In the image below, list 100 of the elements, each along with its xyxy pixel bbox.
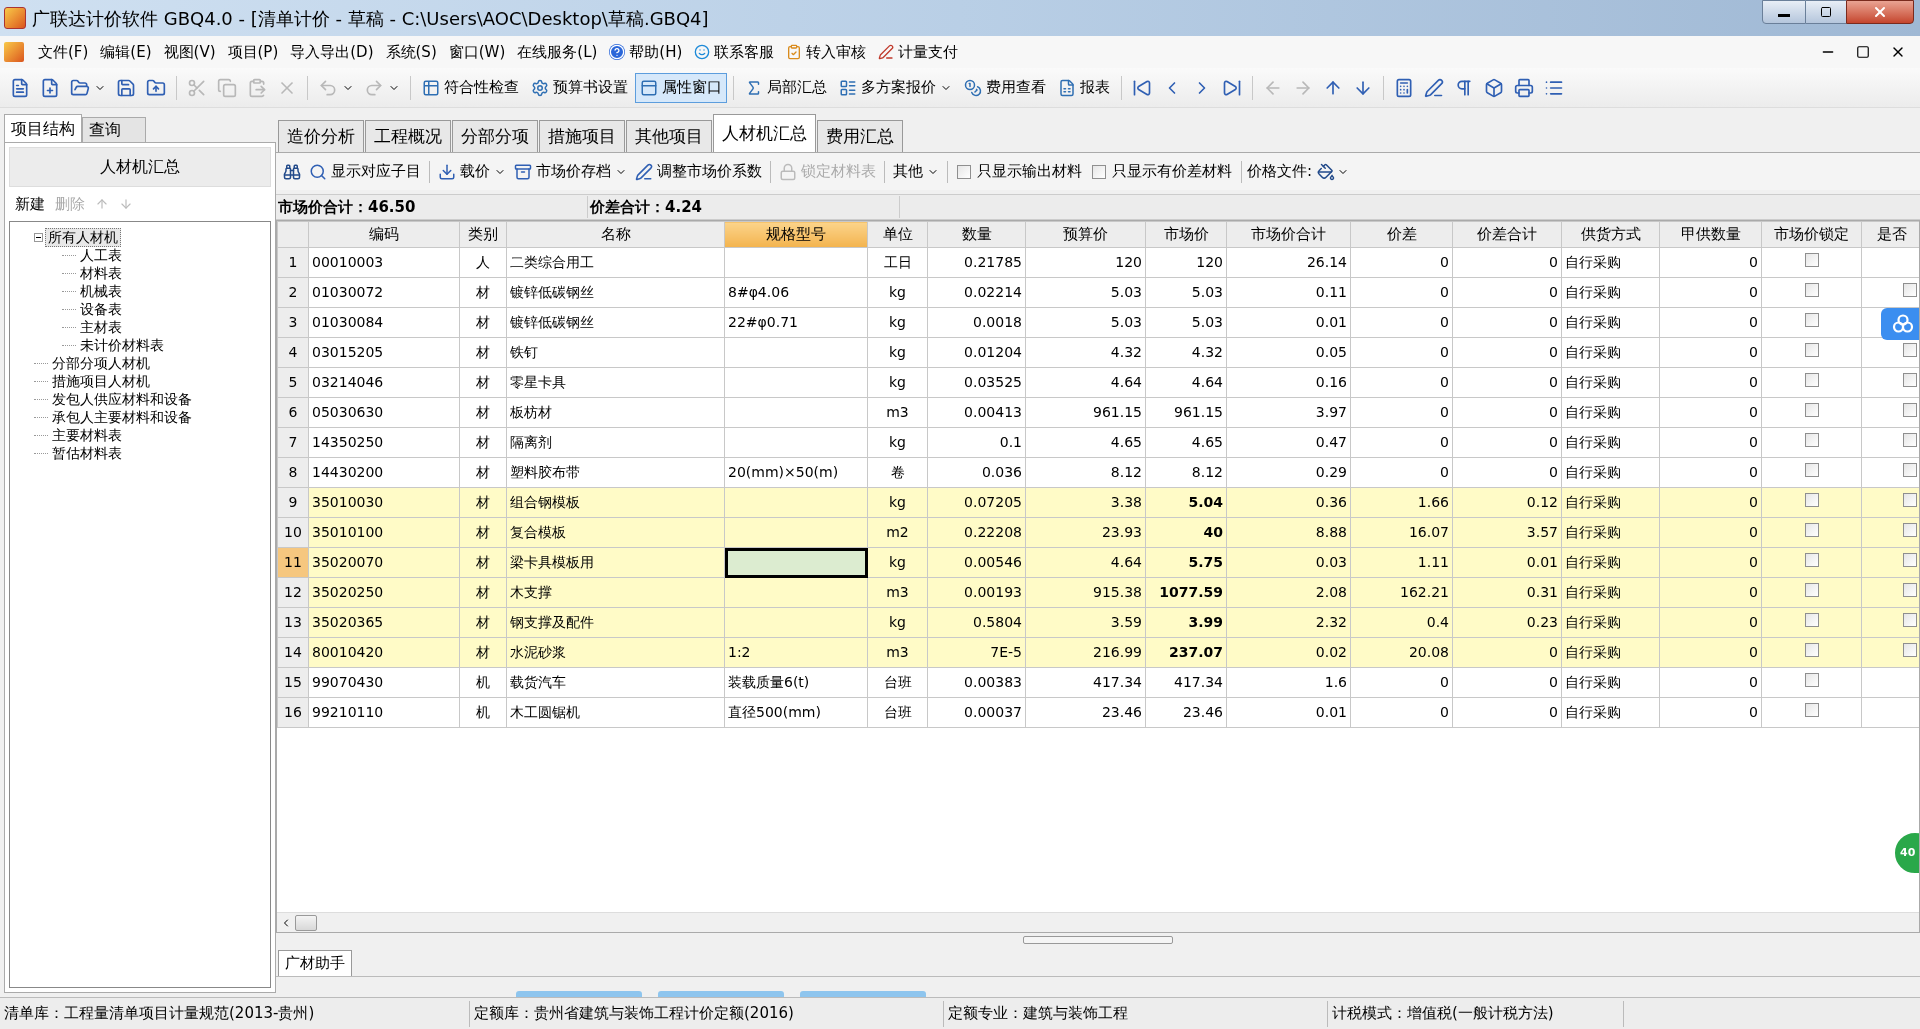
- column-header[interactable]: 数量: [927, 221, 1026, 248]
- column-header[interactable]: 市场价: [1145, 221, 1227, 248]
- column-header[interactable]: 甲供数量: [1659, 221, 1762, 248]
- checkbox[interactable]: [1903, 463, 1917, 477]
- restore-icon[interactable]: [1856, 45, 1870, 59]
- horizontal-scrollbar[interactable]: [277, 912, 1919, 932]
- panel-tab[interactable]: 查询: [82, 117, 146, 142]
- toolbar-button[interactable]: 多方案报价: [834, 72, 957, 103]
- menu-item[interactable]: 计量支付: [872, 39, 965, 65]
- checkbox[interactable]: [1903, 343, 1917, 357]
- bottom-tab[interactable]: 广材助手: [278, 950, 352, 976]
- column-header[interactable]: 类别: [459, 221, 507, 248]
- lock-checkbox[interactable]: [1804, 703, 1819, 717]
- toolbar-button[interactable]: 预算书设置: [526, 72, 633, 103]
- menu-item[interactable]: 联系客服: [688, 39, 781, 65]
- menu-item[interactable]: 系统(S): [379, 39, 443, 65]
- menu-item[interactable]: 转入审核: [780, 39, 873, 65]
- column-header[interactable]: 规格型号: [724, 221, 868, 248]
- toolbar-button[interactable]: 费用查看: [959, 72, 1051, 103]
- menu-item[interactable]: 窗口(W): [442, 39, 512, 65]
- column-header[interactable]: 是否: [1861, 221, 1919, 248]
- menu-item[interactable]: 文件(F): [32, 39, 95, 65]
- checkbox[interactable]: [1903, 643, 1917, 657]
- toolbar-button[interactable]: 其他: [890, 157, 942, 186]
- tree-item[interactable]: 所有人材机: [45, 227, 121, 247]
- lock-checkbox[interactable]: [1804, 403, 1819, 417]
- checkbox[interactable]: [1092, 164, 1106, 179]
- column-header[interactable]: 单位: [867, 221, 928, 248]
- lock-checkbox[interactable]: [1804, 343, 1819, 357]
- lock-checkbox[interactable]: [1804, 313, 1819, 327]
- column-header[interactable]: 名称: [506, 221, 725, 248]
- column-header[interactable]: 市场价合计: [1226, 221, 1351, 248]
- tree-item[interactable]: 人工表: [77, 245, 125, 265]
- lock-checkbox[interactable]: [1804, 493, 1819, 507]
- restore-button[interactable]: [1806, 0, 1846, 24]
- tree-item[interactable]: 主要材料表: [49, 425, 125, 445]
- tree-item[interactable]: 设备表: [77, 299, 125, 319]
- menu-item[interactable]: 导入导出(D): [284, 39, 380, 65]
- close-button[interactable]: [1846, 0, 1914, 24]
- panel-action[interactable]: 新建: [15, 192, 45, 216]
- column-header[interactable]: 供货方式: [1561, 221, 1660, 248]
- lock-checkbox[interactable]: [1804, 463, 1819, 477]
- minimize-button[interactable]: [1762, 0, 1806, 24]
- tree-item[interactable]: 未计价材料表: [77, 335, 167, 355]
- collapse-icon[interactable]: [34, 232, 43, 242]
- checkbox[interactable]: [1903, 433, 1917, 447]
- column-header[interactable]: 编码: [308, 221, 460, 248]
- tree-item[interactable]: 暂估材料表: [49, 443, 125, 463]
- toolbar-button[interactable]: 显示对应子目: [306, 157, 424, 186]
- tab[interactable]: 造价分析: [278, 120, 364, 152]
- checkbox[interactable]: [1903, 553, 1917, 567]
- tab[interactable]: 费用汇总: [817, 120, 903, 152]
- toolbar-button[interactable]: 市场价存档: [511, 157, 630, 186]
- splitter-handle[interactable]: [1023, 936, 1173, 944]
- lock-checkbox[interactable]: [1804, 673, 1819, 687]
- tree-item[interactable]: 发包人供应材料和设备: [49, 389, 195, 409]
- toolbar-button[interactable]: 载价: [435, 157, 509, 186]
- lock-checkbox[interactable]: [1804, 253, 1819, 267]
- column-header[interactable]: 价差合计: [1452, 221, 1562, 248]
- toolbar-button[interactable]: 属性窗口: [635, 72, 727, 103]
- menu-item[interactable]: 在线服务(L): [511, 39, 604, 65]
- checkbox[interactable]: [1903, 613, 1917, 627]
- tree-item[interactable]: 分部分项人材机: [49, 353, 153, 373]
- lock-checkbox[interactable]: [1804, 643, 1819, 657]
- checkbox[interactable]: [1903, 523, 1917, 537]
- toolbar-button[interactable]: 符合性检查: [417, 72, 524, 103]
- menu-item[interactable]: 编辑(E): [94, 39, 158, 65]
- tab[interactable]: 分部分项: [452, 120, 538, 152]
- toolbar-button[interactable]: 报表: [1053, 72, 1115, 103]
- menu-item[interactable]: 视图(V): [157, 39, 222, 65]
- column-header[interactable]: 市场价锁定: [1761, 221, 1862, 248]
- toolbar-button[interactable]: 局部汇总: [740, 72, 832, 103]
- tree-item[interactable]: 承包人主要材料和设备: [49, 407, 195, 427]
- lock-checkbox[interactable]: [1804, 373, 1819, 387]
- checkbox[interactable]: [1903, 583, 1917, 597]
- down-arrow-icon[interactable]: [119, 197, 133, 211]
- tree-item[interactable]: 材料表: [77, 263, 125, 283]
- lock-checkbox[interactable]: [1804, 283, 1819, 297]
- menu-item[interactable]: 帮助(H): [603, 39, 689, 65]
- lock-checkbox[interactable]: [1804, 613, 1819, 627]
- tab[interactable]: 人材机汇总: [713, 114, 816, 152]
- lock-checkbox[interactable]: [1804, 523, 1819, 537]
- tree-item[interactable]: 措施项目人材机: [49, 371, 153, 391]
- toolbar-button[interactable]: 调整市场价系数: [632, 157, 765, 186]
- floating-button[interactable]: [1881, 308, 1919, 340]
- tab[interactable]: 其他项目: [626, 120, 712, 152]
- lock-checkbox[interactable]: [1804, 553, 1819, 567]
- column-header[interactable]: 预算价: [1025, 221, 1146, 248]
- column-header[interactable]: 价差: [1350, 221, 1453, 248]
- checkbox[interactable]: [1903, 403, 1917, 417]
- checkbox[interactable]: [1903, 283, 1917, 297]
- tree-item[interactable]: 机械表: [77, 281, 125, 301]
- lock-checkbox[interactable]: [1804, 583, 1819, 597]
- scroll-thumb[interactable]: [295, 914, 317, 931]
- checkbox[interactable]: [1903, 493, 1917, 507]
- tab[interactable]: 工程概况: [365, 120, 451, 152]
- up-arrow-icon[interactable]: [95, 197, 109, 211]
- lock-checkbox[interactable]: [1804, 433, 1819, 447]
- checkbox[interactable]: [957, 164, 971, 179]
- checkbox[interactable]: [1903, 373, 1917, 387]
